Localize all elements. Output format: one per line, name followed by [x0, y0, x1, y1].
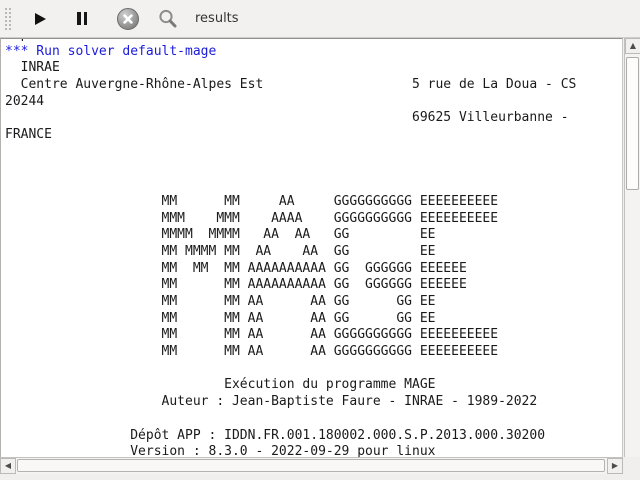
vertical-scrollbar[interactable]: ▲ ▼ [624, 38, 640, 474]
play-icon [35, 13, 46, 25]
console-line [5, 177, 622, 194]
console-line: MM MM AAAAAAAAAA GG GGGGGG EEEEEE [5, 277, 622, 294]
console-line: 20244 [5, 94, 622, 111]
scroll-right-button[interactable]: ▶ [607, 458, 623, 474]
console-line: MM MM AA GGGGGGGGGG EEEEEEEEEE [5, 194, 622, 211]
console-text: p*** Run solver default-mage INRAE Centr… [1, 38, 622, 457]
stop-close-icon [117, 8, 139, 30]
scroll-left-button[interactable]: ◀ [0, 458, 16, 474]
console-line: MM MM MM AAAAAAAAAA GG GGGGGG EEEEEE [5, 261, 622, 278]
console-line: MM MM AA AA GGGGGGGGGG EEEEEEEEEE [5, 327, 622, 344]
console-line: Version : 8.3.0 - 2022-09-29 pour linux [5, 444, 622, 457]
console-line: 69625 Villeurbanne - [5, 110, 622, 127]
stop-button[interactable] [113, 4, 143, 34]
horizontal-scrollbar[interactable]: ◀ ▶ [0, 457, 623, 474]
console-line: FRANCE [5, 127, 622, 144]
scroll-up-button[interactable]: ▲ [625, 38, 640, 54]
pause-button[interactable] [67, 4, 97, 34]
pause-icon [77, 12, 87, 25]
search-icon [157, 8, 179, 30]
toolbar-title: results [195, 11, 239, 26]
toolbar: results [0, 0, 640, 38]
console-line: MM MM AA AA GG GG EE [5, 311, 622, 328]
console-line [5, 161, 622, 178]
up-arrow-icon: ▲ [630, 42, 636, 50]
console-line: *** Run solver default-mage [5, 44, 622, 61]
console-line: Auteur : Jean-Baptiste Faure - INRAE - 1… [5, 394, 622, 411]
search-button[interactable] [153, 4, 183, 34]
horizontal-scrollbar-thumb[interactable] [17, 459, 605, 472]
console-line [5, 144, 622, 161]
vertical-scrollbar-thumb[interactable] [626, 57, 639, 190]
toolbar-drag-handle[interactable] [3, 6, 13, 32]
console-line [5, 361, 622, 378]
console-line: Centre Auvergne-Rhône-Alpes Est 5 rue de… [5, 77, 622, 94]
console-output[interactable]: p*** Run solver default-mage INRAE Centr… [0, 38, 623, 457]
console-line [5, 411, 622, 428]
console-line: MM MMMM MM AA AA GG EE [5, 244, 622, 261]
left-arrow-icon: ◀ [5, 462, 11, 470]
console-line: MMMM MMMM AA AA GG EE [5, 227, 622, 244]
console-line: Dépôt APP : IDDN.FR.001.180002.000.S.P.2… [5, 428, 622, 445]
scrollbar-corner [623, 457, 640, 480]
console-line: MM MM AA AA GGGGGGGGGG EEEEEEEEEE [5, 344, 622, 361]
console-line: MMM MMM AAAA GGGGGGGGGG EEEEEEEEEE [5, 211, 622, 228]
console-line: Exécution du programme MAGE [5, 377, 622, 394]
console-line: MM MM AA AA GG GG EE [5, 294, 622, 311]
run-button[interactable] [25, 4, 55, 34]
right-arrow-icon: ▶ [612, 462, 618, 470]
console-line: INRAE [5, 60, 622, 77]
